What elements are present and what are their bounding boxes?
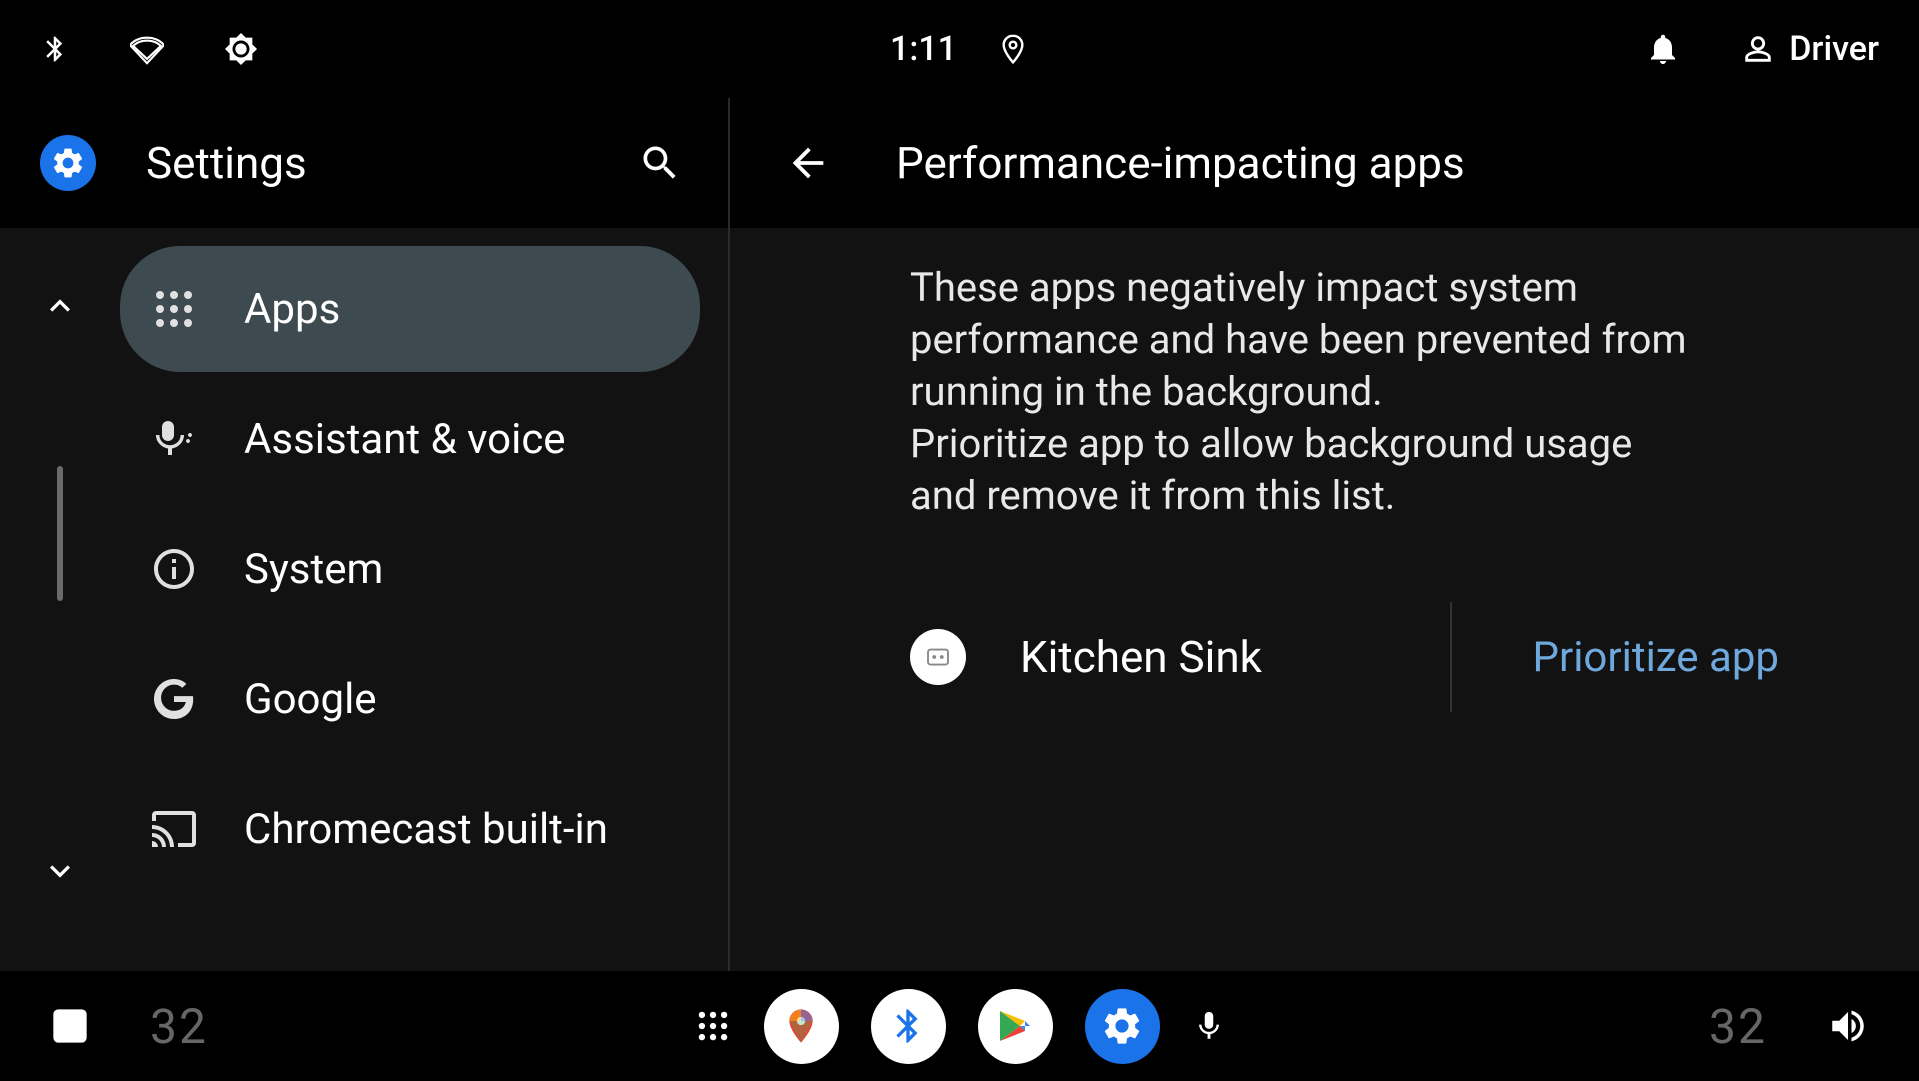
sidebar-item-label: Apps xyxy=(244,285,340,334)
sidebar-item-chromecast[interactable]: Chromecast built-in xyxy=(120,766,700,892)
sidebar-scroll-column xyxy=(0,246,120,971)
app-name: Kitchen Sink xyxy=(1020,631,1262,683)
sidebar-item-label: Chromecast built-in xyxy=(244,805,608,854)
driver-label: Driver xyxy=(1789,29,1879,69)
maps-app-button[interactable] xyxy=(764,989,839,1064)
settings-app-button[interactable] xyxy=(1085,989,1160,1064)
bluetooth-icon xyxy=(40,34,70,64)
mic-icon[interactable] xyxy=(1192,1009,1226,1043)
wifi-icon xyxy=(130,32,164,66)
chevron-down-icon[interactable] xyxy=(40,851,80,891)
clock: 1:11 xyxy=(890,29,957,69)
google-g-icon xyxy=(148,673,200,725)
sidebar-item-label: System xyxy=(244,545,383,594)
scrollbar-indicator[interactable] xyxy=(57,466,63,601)
app-launcher-icon[interactable] xyxy=(694,1007,732,1045)
settings-gear-icon xyxy=(40,135,96,191)
driver-chip[interactable]: Driver xyxy=(1741,29,1879,69)
chevron-up-icon[interactable] xyxy=(40,286,80,326)
sidebar-item-label: Google xyxy=(244,675,377,724)
detail-body: These apps negatively impact system perf… xyxy=(730,228,1919,971)
sidebar: Settings Apps xyxy=(0,98,730,971)
back-button[interactable] xyxy=(780,135,836,191)
dock-center xyxy=(694,989,1226,1064)
play-store-button[interactable] xyxy=(978,989,1053,1064)
volume-icon[interactable] xyxy=(1827,1005,1869,1047)
info-icon xyxy=(148,543,200,595)
status-right: Driver xyxy=(1029,29,1879,69)
sidebar-item-apps[interactable]: Apps xyxy=(120,246,700,372)
detail-desc-line1: These apps negatively impact system perf… xyxy=(910,264,1687,415)
hvac-temp-left[interactable]: 32 xyxy=(150,998,208,1055)
status-center: 1:11 xyxy=(890,29,1029,69)
assistant-icon xyxy=(148,413,200,465)
detail-pane: Performance-impacting apps These apps ne… xyxy=(730,98,1919,971)
sidebar-body: Apps Assistant & voice System xyxy=(0,228,728,971)
sidebar-header: Settings xyxy=(0,98,728,228)
person-icon xyxy=(1741,32,1775,66)
detail-title: Performance-impacting apps xyxy=(896,137,1465,189)
app-row: Kitchen Sink Prioritize app xyxy=(910,602,1859,712)
bluetooth-app-button[interactable] xyxy=(871,989,946,1064)
status-left xyxy=(40,32,890,66)
app-info[interactable]: Kitchen Sink xyxy=(910,629,1450,685)
dashboard-icon[interactable] xyxy=(50,1006,90,1046)
cast-icon xyxy=(148,803,200,855)
detail-description: These apps negatively impact system perf… xyxy=(910,262,1690,522)
main-area: Settings Apps xyxy=(0,98,1919,971)
sidebar-item-google[interactable]: Google xyxy=(120,636,700,762)
location-icon xyxy=(997,33,1029,65)
prioritize-app-button[interactable]: Prioritize app xyxy=(1452,633,1859,682)
nav-list: Apps Assistant & voice System xyxy=(120,246,728,971)
apps-grid-icon xyxy=(148,283,200,335)
brightness-icon xyxy=(224,32,258,66)
status-bar: 1:11 Driver xyxy=(0,0,1919,98)
bell-icon[interactable] xyxy=(1645,31,1681,67)
dock-right: 32 xyxy=(1226,998,1870,1055)
dock-left: 32 xyxy=(50,998,694,1055)
hvac-temp-right[interactable]: 32 xyxy=(1709,998,1767,1055)
sidebar-item-assistant-voice[interactable]: Assistant & voice xyxy=(120,376,700,502)
dock: 32 32 xyxy=(0,971,1919,1081)
detail-desc-line2: Prioritize app to allow background usage… xyxy=(910,420,1632,519)
sidebar-item-label: Assistant & voice xyxy=(244,415,566,464)
app-icon xyxy=(910,629,966,685)
detail-header: Performance-impacting apps xyxy=(730,98,1919,228)
search-button[interactable] xyxy=(632,135,688,191)
sidebar-item-system[interactable]: System xyxy=(120,506,700,632)
sidebar-title: Settings xyxy=(146,137,582,189)
